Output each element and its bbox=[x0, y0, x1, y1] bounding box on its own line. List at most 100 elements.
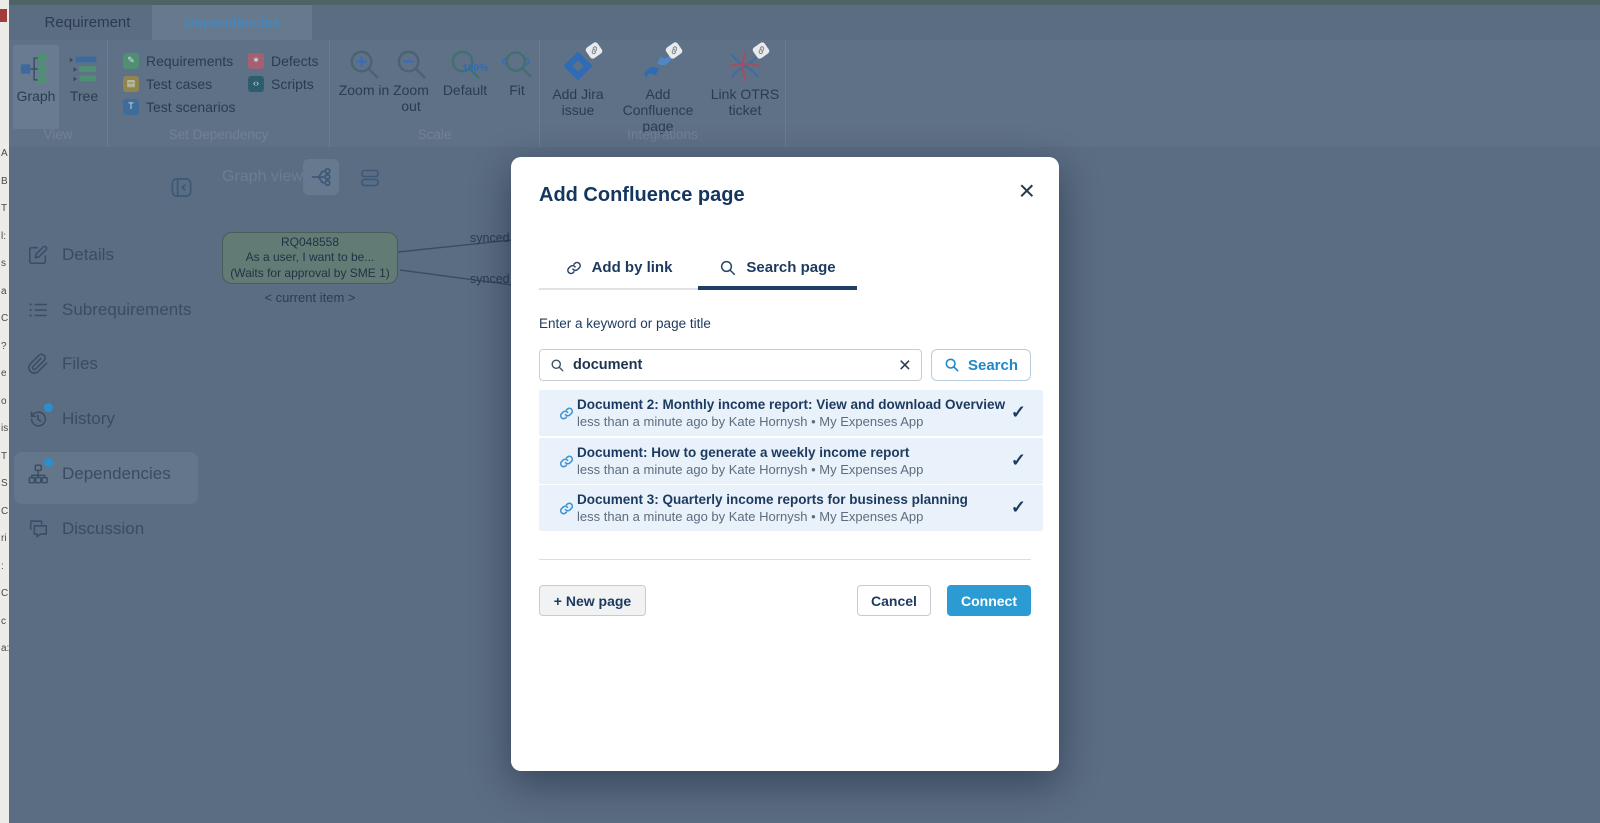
default-zoom-label: Default bbox=[442, 82, 488, 98]
result-meta: less than a minute ago by Kate Hornysh •… bbox=[577, 509, 924, 524]
zoom-out-button[interactable]: Zoom out bbox=[383, 46, 439, 114]
set-dep-test-cases[interactable]: ▤ Test cases bbox=[123, 73, 212, 94]
sidebar-item-details[interactable]: Details bbox=[27, 240, 114, 270]
search-result-row[interactable]: Document 3: Quarterly income reports for… bbox=[539, 485, 1043, 531]
scripts-label: Scripts bbox=[271, 75, 314, 92]
ribbon-toolbar: Graph Tree View ✎ Requirements ▤ Test ca… bbox=[0, 40, 1600, 147]
sidebar-item-dependencies[interactable]: Dependencies bbox=[27, 458, 171, 489]
set-dep-test-scenarios[interactable]: T Test scenarios bbox=[123, 96, 235, 117]
tab-requirement[interactable]: Requirement bbox=[25, 5, 150, 40]
sidebar-item-files[interactable]: Files bbox=[27, 349, 98, 379]
group-label-set-dependency: Set Dependency bbox=[168, 127, 269, 142]
add-confluence-page-button[interactable]: Add Confluence page bbox=[612, 41, 704, 134]
sidebar-item-label: Subrequirements bbox=[62, 300, 192, 319]
search-icon bbox=[550, 358, 565, 373]
zoom-out-label: Zoom out bbox=[393, 82, 429, 114]
confluence-icon bbox=[638, 41, 684, 86]
set-dep-scripts[interactable]: ‹› Scripts bbox=[248, 73, 314, 94]
set-dep-defects[interactable]: ✶ Defects bbox=[248, 50, 318, 71]
background-page-red-fragment bbox=[0, 9, 7, 22]
history-icon bbox=[27, 403, 53, 430]
new-page-button[interactable]: + New page bbox=[539, 585, 646, 616]
org-chart-icon bbox=[27, 458, 53, 485]
tab-label: Search page bbox=[746, 259, 836, 276]
default-zoom-button[interactable]: 100% Default bbox=[434, 46, 496, 98]
ribbon-group-set-dependency: ✎ Requirements ▤ Test cases T Test scena… bbox=[108, 40, 330, 147]
group-label-view: View bbox=[43, 127, 73, 142]
node-status: (Waits for approval by SME 1) bbox=[230, 265, 390, 280]
test-cases-label: Test cases bbox=[146, 75, 213, 92]
node-id: RQ048558 bbox=[280, 234, 340, 249]
node-title: As a user, I want to be... bbox=[245, 250, 375, 265]
edit-icon bbox=[27, 244, 49, 266]
search-icon bbox=[944, 357, 960, 373]
add-jira-issue-button[interactable]: Add Jira issue bbox=[547, 41, 609, 118]
requirement-node[interactable]: RQ048558 As a user, I want to be... (Wai… bbox=[222, 232, 398, 284]
close-icon[interactable]: × bbox=[1019, 177, 1035, 205]
add-confluence-page-dialog: Add Confluence page × Add by link Search… bbox=[511, 157, 1059, 771]
test-scenarios-label: Test scenarios bbox=[146, 98, 236, 115]
tab-add-by-link[interactable]: Add by link bbox=[539, 247, 698, 288]
cancel-button[interactable]: Cancel bbox=[857, 585, 931, 616]
link-otrs-ticket-button[interactable]: Link OTRS ticket bbox=[710, 41, 780, 118]
result-title: Document: How to generate a weekly incom… bbox=[577, 444, 910, 460]
zoom-in-icon bbox=[347, 46, 381, 82]
background-page-edge: A B T l: s a C ? e o is T S C ri : C c a… bbox=[0, 0, 9, 823]
link-icon bbox=[558, 405, 575, 422]
rows-layout-toggle[interactable] bbox=[357, 165, 383, 191]
sidebar-item-discussion[interactable]: Discussion bbox=[27, 514, 144, 544]
group-label-scale: Scale bbox=[417, 127, 452, 142]
group-label-integrations: Integrations bbox=[627, 127, 698, 142]
link-icon bbox=[558, 500, 575, 517]
footer-divider bbox=[539, 559, 1031, 560]
notification-dot bbox=[44, 458, 53, 467]
default-zoom-icon: 100% bbox=[448, 46, 488, 82]
fit-button[interactable]: Fit bbox=[497, 46, 537, 98]
test-cases-icon: ▤ bbox=[123, 75, 139, 92]
check-icon: ✓ bbox=[1010, 497, 1026, 517]
otrs-icon bbox=[725, 41, 771, 86]
tab-search-page[interactable]: Search page bbox=[698, 247, 857, 290]
defects-icon: ✶ bbox=[248, 52, 264, 69]
dialog-tab-bar: Add by link Search page bbox=[539, 247, 857, 290]
link-icon bbox=[565, 259, 583, 277]
jira-icon bbox=[558, 41, 604, 86]
sidebar-item-label: History bbox=[62, 409, 115, 428]
tree-view-icon bbox=[66, 49, 102, 89]
graph-view-button[interactable]: Graph bbox=[13, 45, 59, 129]
collapse-panel-button[interactable] bbox=[170, 176, 193, 199]
graph-view-icon bbox=[18, 49, 54, 89]
clear-input-icon[interactable]: × bbox=[899, 355, 911, 376]
search-results-list: Document 2: Monthly income report: View … bbox=[539, 390, 1043, 533]
set-dep-requirements[interactable]: ✎ Requirements bbox=[123, 50, 233, 71]
search-input[interactable] bbox=[573, 357, 891, 373]
tab-dependencies[interactable]: Dependencies bbox=[152, 5, 312, 40]
background-page-text-fragments: A B T l: s a C ? e o is T S C ri : C c a… bbox=[1, 148, 9, 654]
chat-bubbles-icon bbox=[27, 518, 49, 540]
result-title: Document 2: Monthly income report: View … bbox=[577, 397, 1006, 412]
tab-label: Add by link bbox=[591, 259, 673, 276]
edge-label-synced: synced bbox=[470, 272, 510, 286]
ribbon-group-view: Graph Tree View bbox=[8, 40, 108, 147]
zoom-out-icon bbox=[394, 46, 428, 82]
sidebar-item-label: Files bbox=[62, 354, 98, 373]
sidebar-item-label: Dependencies bbox=[62, 464, 171, 483]
ribbon-group-integrations: Add Jira issue Add Confluence page Link … bbox=[540, 40, 786, 147]
search-button[interactable]: Search bbox=[931, 349, 1031, 381]
tree-view-button[interactable]: Tree bbox=[61, 45, 107, 129]
main-tab-bar: Requirement Dependencies bbox=[0, 5, 1600, 40]
paperclip-icon bbox=[27, 353, 49, 375]
connect-button[interactable]: Connect bbox=[947, 585, 1031, 616]
search-result-row[interactable]: Document: How to generate a weekly incom… bbox=[539, 437, 1043, 484]
default-zoom-badge: 100% bbox=[462, 63, 488, 74]
search-button-label: Search bbox=[967, 356, 1019, 374]
result-meta: less than a minute ago by Kate Hornysh •… bbox=[577, 461, 924, 477]
list-icon bbox=[27, 299, 49, 321]
dialog-title: Add Confluence page bbox=[539, 184, 745, 206]
search-result-row[interactable]: Document 2: Monthly income report: View … bbox=[539, 390, 1043, 436]
graph-view-title: Graph view bbox=[222, 168, 303, 185]
graph-layout-toggle[interactable] bbox=[303, 159, 339, 195]
sidebar-item-history[interactable]: History bbox=[27, 403, 115, 434]
sidebar-item-subrequirements[interactable]: Subrequirements bbox=[27, 295, 191, 325]
check-icon: ✓ bbox=[1010, 402, 1026, 422]
